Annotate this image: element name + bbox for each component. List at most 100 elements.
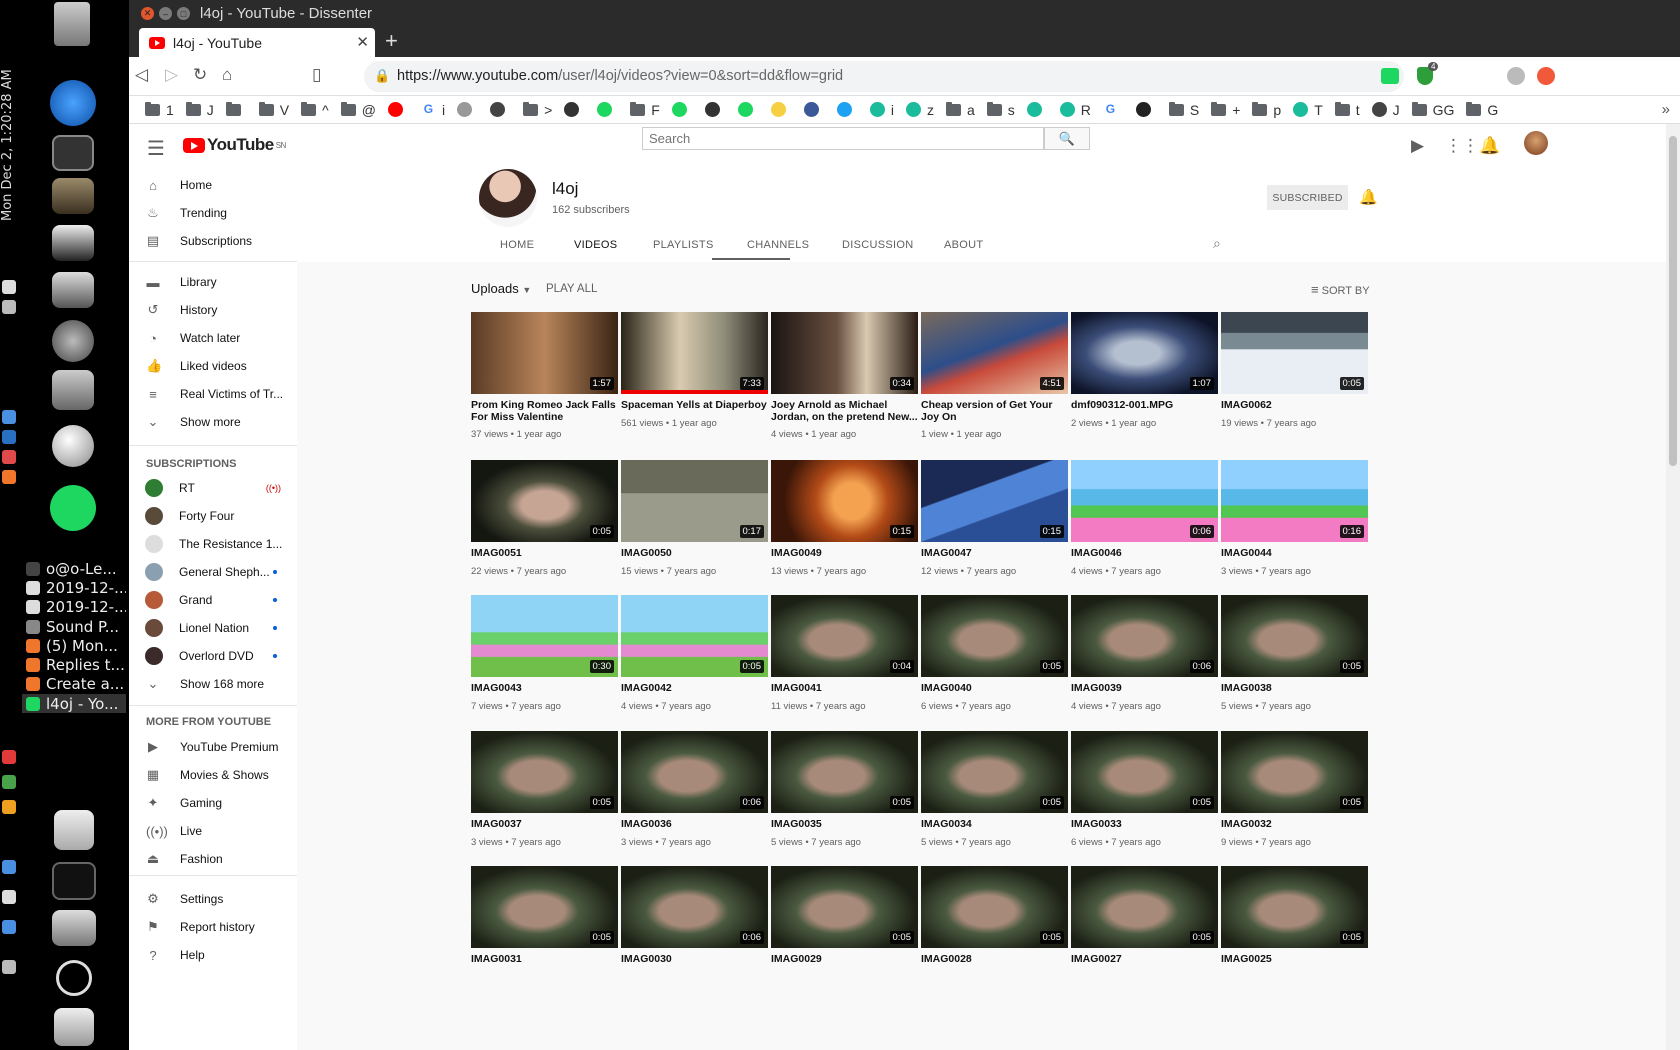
gimp-icon[interactable] [52,178,94,214]
new-tab-button[interactable]: + [385,28,398,54]
dissenter-extension-icon[interactable] [1381,68,1399,84]
page-scrollbar[interactable] [1666,124,1680,1050]
subscription-item[interactable]: General Sheph... [129,558,297,586]
tray-app-icon[interactable] [2,410,16,424]
bookmark-folder[interactable]: GG [1411,101,1454,118]
sidebar-item-live[interactable]: ((•)) Live [129,817,297,845]
close-tab-icon[interactable]: ✕ [356,33,369,51]
sidebar-item-help[interactable]: ? Help [129,941,297,969]
create-video-icon[interactable]: ▶ [1411,136,1424,156]
bookmark-folder[interactable]: V [258,101,289,118]
bookmark-item[interactable]: J [1371,102,1400,118]
bookmark-folder[interactable]: t [1334,101,1360,118]
video-thumbnail[interactable]: 0:05 [471,460,618,542]
bookmark-folder[interactable]: > [523,101,552,118]
video-thumbnail[interactable]: 0:05 [921,595,1068,677]
video-thumbnail[interactable]: 1:07 [1071,312,1218,394]
bookmark-star-icon[interactable]: ▯ [312,65,321,85]
maximize-window-icon[interactable]: □ [177,7,190,20]
subscription-item[interactable]: Grand [129,586,297,614]
tab-videos[interactable]: VIDEOS [574,239,617,251]
video-card[interactable]: 0:05 IMAG0038 5 views • 7 years ago [1221,595,1368,712]
sidebar-item-gaming[interactable]: ✦ Gaming [129,789,297,817]
power-icon[interactable] [56,960,92,996]
window-list-item[interactable]: 2019-12-... [22,598,126,617]
bookmark-item[interactable]: G [1102,102,1124,117]
bookmark-folder[interactable]: s [986,101,1015,118]
disk-icon[interactable] [52,425,94,467]
tray-app-icon[interactable] [2,470,16,484]
trash-icon[interactable] [54,2,90,46]
sidebar-item-youtube-premium[interactable]: ▶ YouTube Premium [129,733,297,761]
video-card[interactable]: 0:05 IMAG0034 5 views • 7 years ago [921,731,1068,848]
video-card[interactable]: 0:15 IMAG0047 12 views • 7 years ago [921,460,1068,577]
bookmark-item[interactable]: T [1293,102,1323,118]
terminal-icon[interactable] [52,135,94,171]
video-title[interactable]: IMAG0029 [771,954,918,966]
home-icon[interactable]: ⌂ [222,65,232,85]
url-text[interactable]: https://www.youtube.com/user/l4oj/videos… [397,68,843,84]
inkscape-icon[interactable] [52,225,94,261]
bookmark-item[interactable] [457,102,478,117]
video-thumbnail[interactable]: 0:05 [771,866,918,948]
tray-app-icon[interactable] [2,450,16,464]
video-thumbnail[interactable]: 0:06 [1071,595,1218,677]
bookmark-folder[interactable] [225,101,247,116]
youtube-logo[interactable]: YouTube SN [183,135,286,155]
video-title[interactable]: IMAG0043 [471,683,618,695]
video-thumbnail[interactable]: 0:30 [471,595,618,677]
subscription-item[interactable]: Lionel Nation [129,614,297,642]
tray-battery-icon[interactable] [2,300,16,314]
minimize-window-icon[interactable]: – [159,7,172,20]
video-title[interactable]: IMAG0033 [1071,819,1218,831]
bookmark-folder[interactable]: + [1211,101,1240,118]
video-title[interactable]: IMAG0062 [1221,400,1368,412]
bookmark-item[interactable] [803,102,825,117]
sidebar-item-history[interactable]: ↺ History [129,296,297,324]
update-icon[interactable] [1537,67,1555,85]
window-list-item[interactable]: o@o-Le... [22,559,126,578]
uploads-dropdown[interactable]: Uploads ▼ [471,281,531,296]
bookmark-folder[interactable]: a [945,101,975,118]
video-card[interactable]: 0:05 IMAG0025 [1221,866,1368,972]
video-title[interactable]: IMAG0049 [771,548,918,560]
tray-app-icon[interactable] [2,750,16,764]
notes-green-icon[interactable] [50,485,96,531]
bookmark-item[interactable] [597,102,618,117]
video-thumbnail[interactable]: 0:06 [621,866,768,948]
video-card[interactable]: 0:06 IMAG0030 [621,866,768,972]
sidebar-item-movies-shows[interactable]: ▦ Movies & Shows [129,761,297,789]
bookmark-item[interactable]: z [905,102,934,118]
profile-icon[interactable] [1507,67,1525,85]
subscribed-button[interactable]: SUBSCRIBED [1267,185,1348,210]
video-thumbnail[interactable]: 0:05 [921,731,1068,813]
bookmark-folder[interactable]: J [185,101,214,118]
video-thumbnail[interactable]: 0:05 [1071,866,1218,948]
video-thumbnail[interactable]: 0:05 [471,866,618,948]
unity-tweak-icon[interactable] [54,1008,94,1046]
bookmark-item[interactable]: i [869,102,894,118]
tray-app-icon[interactable] [2,960,16,974]
video-card[interactable]: 0:05 IMAG0028 [921,866,1068,972]
sidebar-item-report-history[interactable]: ⚑ Report history [129,913,297,941]
tab-channels[interactable]: CHANNELS [747,239,809,251]
sidebar-item-subscriptions[interactable]: ▤ Subscriptions [129,227,297,255]
bookmark-item[interactable] [564,102,585,117]
video-thumbnail[interactable]: 1:57 [471,312,618,394]
video-card[interactable]: 0:30 IMAG0043 7 views • 7 years ago [471,595,618,712]
files-icon[interactable] [52,370,94,410]
video-title[interactable]: IMAG0037 [471,819,618,831]
play-all-button[interactable]: PLAY ALL [546,283,597,295]
video-title[interactable]: IMAG0042 [621,683,768,695]
video-thumbnail[interactable]: 0:05 [1221,595,1368,677]
window-list-item[interactable]: Create a... [22,675,126,694]
bookmark-item[interactable] [1135,102,1157,117]
video-title[interactable]: IMAG0027 [1071,954,1218,966]
sidebar-item-library[interactable]: ▬ Library [129,268,297,296]
video-thumbnail[interactable]: 0:05 [621,595,768,677]
address-bar[interactable]: 🔒 https://www.youtube.com/user/l4oj/vide… [364,61,1404,92]
video-title[interactable]: IMAG0030 [621,954,768,966]
video-card[interactable]: 0:06 IMAG0039 4 views • 7 years ago [1071,595,1218,712]
search-button[interactable]: 🔍 [1044,127,1090,150]
sidebar-item-show-more[interactable]: ⌄ Show more [129,408,297,436]
